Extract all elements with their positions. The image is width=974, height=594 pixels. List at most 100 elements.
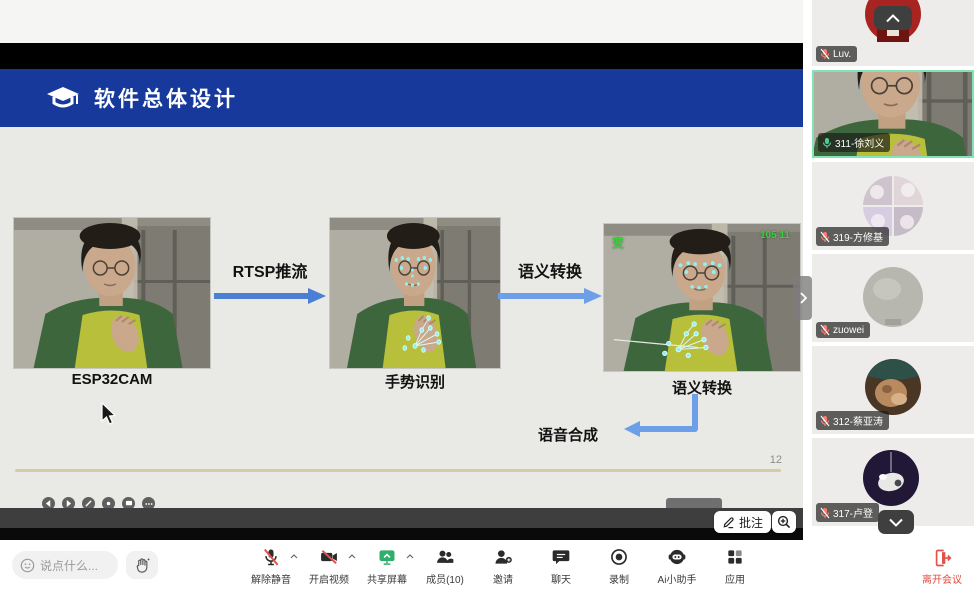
toolbar-label: 共享屏幕: [367, 571, 407, 586]
invite-icon: [492, 547, 514, 567]
annotate-button[interactable]: 批注: [714, 511, 771, 533]
record-icon: [609, 547, 629, 567]
slide-footer-line: [15, 469, 781, 472]
members-icon: [434, 547, 456, 567]
apps-grid-icon: [725, 547, 745, 567]
right-arrow-icon: [212, 286, 328, 306]
toolbar-label: Ai小助手: [658, 571, 697, 586]
graduation-cap-icon: [46, 85, 80, 111]
mic-muted-icon: [820, 415, 830, 427]
pen-icon: [722, 516, 735, 529]
chevron-up-icon[interactable]: [290, 554, 298, 559]
scroll-participants-down-button[interactable]: [878, 510, 914, 534]
flow-arrow-semantic: 语义转换: [496, 258, 604, 311]
scrollbar-handle[interactable]: [666, 498, 722, 508]
ai-assistant-icon: [666, 547, 688, 567]
scroll-participants-up-button[interactable]: [874, 6, 912, 30]
leave-meeting-icon: [932, 548, 952, 568]
apps-button[interactable]: 应用: [714, 546, 756, 586]
share-screen-button[interactable]: 共享屏幕: [366, 546, 408, 586]
participant-name: 317-卢登: [833, 505, 873, 520]
annotate-label: 批注: [739, 514, 763, 531]
toolbar-label: 应用: [725, 571, 745, 586]
slide-page-number: 12: [752, 454, 782, 466]
meeting-app-window: 软件总体设计: [0, 0, 974, 594]
toolbar-label: 开启视频: [309, 571, 349, 586]
participant-tile[interactable]: 319-方修基: [812, 162, 974, 250]
invite-button[interactable]: 邀请: [482, 546, 524, 586]
mic-muted-icon: [261, 547, 281, 567]
ai-assistant-button[interactable]: Ai小助手: [656, 546, 698, 586]
flow-arrow-rtsp: RTSP推流: [212, 258, 328, 311]
leave-meeting-label: 离开会议: [922, 571, 962, 586]
mic-muted-icon: [820, 231, 830, 243]
participants-sidebar: Luv. 311-徐刘义: [812, 0, 974, 594]
magnifier-plus-icon: [777, 515, 791, 529]
toolbar-label: 录制: [609, 571, 629, 586]
photo-gesture-recognition: [330, 218, 500, 368]
arrow-label-speech: 语音合成: [528, 424, 608, 445]
toolbar-label: 邀请: [493, 571, 513, 586]
mic-muted-icon: [820, 507, 830, 519]
leave-meeting-button[interactable]: 离开会议: [916, 548, 968, 586]
unmute-button[interactable]: 解除静音: [250, 546, 292, 586]
chevron-up-icon[interactable]: [406, 554, 414, 559]
sidebar-collapse-handle[interactable]: [793, 276, 812, 320]
arrow-label-semantic: 语义转换: [496, 258, 604, 282]
participant-name-tag: 311-徐刘义: [818, 133, 890, 152]
toolbar-label: 解除静音: [251, 571, 291, 586]
participant-name-tag: zuowei: [816, 322, 870, 338]
participant-name-tag: 319-方修基: [816, 227, 889, 246]
share-bottom-bar: [0, 508, 803, 528]
record-button[interactable]: 录制: [598, 546, 640, 586]
mic-muted-icon: [820, 48, 830, 60]
photo-esp32cam: [14, 218, 210, 368]
stage-label-gesture: 手势识别: [330, 371, 500, 392]
start-video-button[interactable]: 开启视频: [308, 546, 350, 586]
participant-name: 319-方修基: [833, 229, 883, 244]
members-button[interactable]: 成员(10): [424, 546, 466, 586]
participant-tile[interactable]: zuowei: [812, 254, 974, 342]
smiley-icon: [20, 558, 35, 573]
participant-name: 311-徐刘义: [835, 135, 884, 150]
cv-overlay-label-left: 变: [612, 234, 624, 251]
slide-header: 软件总体设计: [0, 69, 803, 127]
down-left-arrow-icon: [622, 392, 702, 440]
participant-name-tag: 312-蔡亚涛: [816, 411, 889, 430]
mouse-cursor: [100, 402, 117, 426]
chat-placeholder: 说点什么...: [40, 557, 98, 574]
mic-muted-icon: [820, 324, 830, 336]
raise-hand-button[interactable]: [126, 551, 158, 579]
participant-tile-active-speaker[interactable]: 311-徐刘义: [812, 70, 974, 158]
screen-share-region: 软件总体设计: [0, 0, 803, 540]
chevron-up-icon[interactable]: [348, 554, 356, 559]
participant-name-tag: 317-卢登: [816, 503, 879, 522]
toolbar-label: 成员(10): [426, 571, 464, 586]
cv-overlay-fps: 105 11: [760, 230, 790, 241]
chevron-right-icon: [799, 292, 807, 304]
participant-tile[interactable]: 312-蔡亚涛: [812, 346, 974, 434]
toolbar-items: 解除静音 开启视频 共: [250, 546, 756, 586]
magnifier-button[interactable]: [772, 511, 796, 533]
chat-icon: [551, 547, 571, 567]
avatar: [865, 359, 921, 415]
camera-off-icon: [318, 547, 340, 567]
slide-title: 软件总体设计: [94, 83, 238, 113]
chevron-down-icon: [889, 518, 903, 527]
quick-chat-input[interactable]: 说点什么...: [12, 551, 118, 579]
arrow-label-rtsp: RTSP推流: [212, 258, 328, 282]
raise-hand-icon: [134, 557, 151, 574]
chevron-up-icon: [886, 14, 900, 23]
avatar: [863, 267, 923, 327]
toolbar-label: 聊天: [551, 571, 571, 586]
participant-name: Luv.: [833, 49, 851, 60]
mic-active-icon: [822, 137, 832, 149]
participant-name: zuowei: [833, 325, 864, 336]
right-arrow-icon: [496, 286, 604, 306]
photo-semantic-conversion: 变 105 11: [604, 224, 800, 371]
stage-label-esp32cam: ESP32CAM: [14, 371, 210, 388]
chat-button[interactable]: 聊天: [540, 546, 582, 586]
share-screen-icon: [376, 547, 398, 567]
avatar: [863, 450, 919, 506]
participant-name: 312-蔡亚涛: [833, 413, 883, 428]
